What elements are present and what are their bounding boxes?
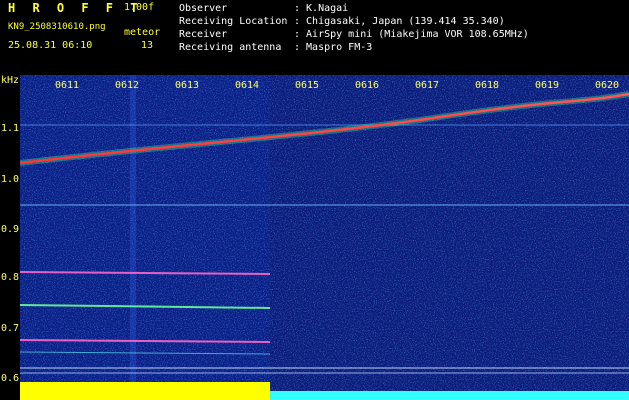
- y-axis-unit: kHz: [1, 75, 20, 86]
- spectrogram: 0611 0612 0613 0614 0615 0616 0617 0618 …: [20, 75, 629, 400]
- y-label-0-6: 0.6: [1, 373, 20, 384]
- info-row-antenna: Receiving antenna: Maspro FM-3: [179, 42, 373, 53]
- time-tick-0620: 0620: [595, 80, 620, 91]
- app-brand: H R O F F T: [8, 1, 143, 15]
- time-tick-0617: 0617: [415, 80, 440, 91]
- time-tick-0613: 0613: [175, 80, 200, 91]
- spectrogram-canvas: [20, 75, 629, 400]
- time-tick-0618: 0618: [475, 80, 500, 91]
- header-panel: H R O F F T 1.00f KN9_2508310610.png 25.…: [0, 0, 629, 75]
- time-tick-0614: 0614: [235, 80, 260, 91]
- intensity-bar-left: [20, 382, 270, 400]
- datetime-label: 25.08.31 06:10: [8, 40, 93, 51]
- y-label-0-7: 0.7: [1, 323, 20, 334]
- meteor-count: 13: [141, 40, 154, 51]
- filename-label: KN9_2508310610.png: [8, 22, 106, 32]
- time-tick-0615: 0615: [295, 80, 320, 91]
- time-tick-0619: 0619: [535, 80, 560, 91]
- version-label: 1.00f: [124, 2, 155, 13]
- y-label-1-0: 1.0: [1, 174, 20, 185]
- info-row-location: Receiving Location: Chigasaki, Japan (13…: [179, 16, 505, 27]
- y-label-0-9: 0.9: [1, 224, 20, 235]
- intensity-bar-right: [270, 391, 629, 400]
- time-tick-0612: 0612: [115, 80, 140, 91]
- station-info: Observer: K.Nagai Receiving Location: Ch…: [179, 2, 529, 54]
- y-label-1-1: 1.1: [1, 123, 20, 134]
- time-tick-0611: 0611: [55, 80, 80, 91]
- info-row-observer: Observer: K.Nagai: [179, 3, 349, 14]
- noise-layer: [20, 75, 629, 400]
- y-label-0-8: 0.8: [1, 272, 20, 283]
- meteor-label: meteor: [124, 27, 161, 38]
- time-tick-0616: 0616: [355, 80, 380, 91]
- info-row-receiver: Receiver: AirSpy mini (Miakejima VOR 108…: [179, 29, 529, 40]
